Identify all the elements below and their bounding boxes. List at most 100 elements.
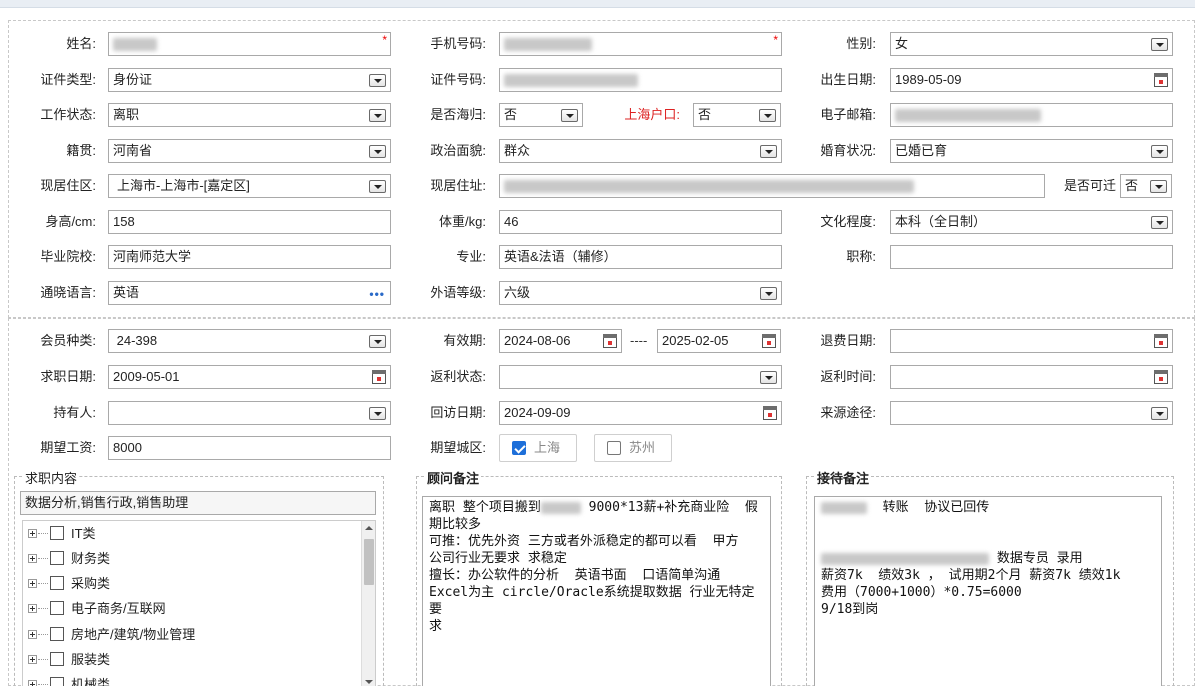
dropdown-arrow-icon[interactable] <box>369 145 386 158</box>
shanghai-hukou-select[interactable]: 否 <box>693 103 781 127</box>
dropdown-arrow-icon[interactable] <box>760 145 777 158</box>
address-input[interactable] <box>499 174 1045 198</box>
education-select[interactable]: 本科（全日制） <box>890 210 1173 234</box>
checkbox-icon[interactable] <box>50 526 64 540</box>
checkbox-icon[interactable] <box>50 627 64 641</box>
major-input[interactable]: 英语&法语（辅修） <box>499 245 782 269</box>
tree-item-finance[interactable]: 财务类 <box>23 549 363 569</box>
residence-area-select[interactable]: 上海市-上海市-[嘉定区] <box>108 174 391 198</box>
dropdown-arrow-icon[interactable] <box>369 109 386 122</box>
member-type-select[interactable]: 24-398 <box>108 329 391 353</box>
tree-item-purchasing[interactable]: 采购类 <box>23 574 363 594</box>
tree-item-it[interactable]: IT类 <box>23 524 363 544</box>
birth-date-input[interactable]: 1989-05-09 <box>890 68 1173 92</box>
dropdown-arrow-icon[interactable] <box>759 109 776 122</box>
dropdown-arrow-icon[interactable] <box>561 109 578 122</box>
calendar-icon[interactable] <box>763 406 777 420</box>
political-status-label: 政治面貌: <box>430 143 486 158</box>
id-type-select[interactable]: 身份证 <box>108 68 391 92</box>
valid-from-value: 2024-08-06 <box>504 333 571 348</box>
checkbox-checked-icon[interactable] <box>512 441 526 455</box>
name-input[interactable]: * <box>108 32 391 56</box>
weight-input[interactable]: 46 <box>499 210 782 234</box>
dropdown-arrow-icon[interactable] <box>760 371 777 384</box>
calendar-icon[interactable] <box>1154 334 1168 348</box>
basic-info-section <box>8 20 1195 318</box>
dropdown-arrow-icon[interactable] <box>1151 38 1168 51</box>
expand-icon[interactable] <box>28 529 37 538</box>
checkbox-icon[interactable] <box>50 551 64 565</box>
relocate-select[interactable]: 否 <box>1120 174 1172 198</box>
scroll-up-arrow-icon[interactable] <box>365 526 373 530</box>
calendar-icon[interactable] <box>372 370 386 384</box>
major-value: 英语&法语（辅修） <box>504 249 617 264</box>
tree-item-real-estate[interactable]: 房地产/建筑/物业管理 <box>23 625 363 645</box>
email-label: 电子邮箱: <box>820 107 876 122</box>
expand-icon[interactable] <box>28 554 37 563</box>
checkbox-unchecked-icon[interactable] <box>607 441 621 455</box>
gender-select[interactable]: 女 <box>890 32 1173 56</box>
dropdown-arrow-icon[interactable] <box>369 335 386 348</box>
dropdown-arrow-icon[interactable] <box>760 287 777 300</box>
checkbox-icon[interactable] <box>50 576 64 590</box>
language-input[interactable]: 英语 ••• <box>108 281 391 305</box>
expand-icon[interactable] <box>28 579 37 588</box>
calendar-icon[interactable] <box>1154 370 1168 384</box>
political-status-select[interactable]: 群众 <box>499 139 782 163</box>
valid-to-value: 2025-02-05 <box>662 333 729 348</box>
expand-icon[interactable] <box>28 680 37 686</box>
calendar-icon[interactable] <box>762 334 776 348</box>
dropdown-arrow-icon[interactable] <box>1150 180 1167 193</box>
tree-item-apparel[interactable]: 服装类 <box>23 650 363 670</box>
member-type-label: 会员种类: <box>40 333 96 348</box>
valid-to-input[interactable]: 2025-02-05 <box>657 329 781 353</box>
visit-date-value: 2024-09-09 <box>504 405 571 420</box>
email-input[interactable] <box>890 103 1173 127</box>
dropdown-arrow-icon[interactable] <box>369 180 386 193</box>
scroll-down-arrow-icon[interactable] <box>365 680 373 684</box>
returnee-select[interactable]: 否 <box>499 103 583 127</box>
checkbox-icon[interactable] <box>50 652 64 666</box>
phone-input[interactable]: * <box>499 32 782 56</box>
language-level-select[interactable]: 六级 <box>499 281 782 305</box>
dropdown-arrow-icon[interactable] <box>1151 407 1168 420</box>
tree-scrollbar[interactable] <box>361 521 375 686</box>
calendar-icon[interactable] <box>603 334 617 348</box>
tree-item-ecommerce[interactable]: 电子商务/互联网 <box>23 599 363 619</box>
checkbox-icon[interactable] <box>50 601 64 615</box>
marital-status-select[interactable]: 已婚已育 <box>890 139 1173 163</box>
refund-date-input[interactable] <box>890 329 1173 353</box>
job-category-tree[interactable]: IT类 财务类 采购类 电子商务/互联网 房地产/建筑/物业管理 服装类 机械类 <box>22 520 376 686</box>
height-input[interactable]: 158 <box>108 210 391 234</box>
expected-salary-input[interactable]: 8000 <box>108 436 391 460</box>
tree-item-label: IT类 <box>71 526 96 541</box>
school-input[interactable]: 河南师范大学 <box>108 245 391 269</box>
expand-icon[interactable] <box>28 604 37 613</box>
dropdown-arrow-icon[interactable] <box>369 74 386 87</box>
reception-notes-textarea[interactable]: 转账 协议已回传 数据专员 录用 薪资7k 绩效3k ， 试用期2个月 薪资7k… <box>814 496 1162 686</box>
job-date-input[interactable]: 2009-05-01 <box>108 365 391 389</box>
expand-icon[interactable] <box>28 630 37 639</box>
rebate-time-input[interactable] <box>890 365 1173 389</box>
dropdown-arrow-icon[interactable] <box>1151 216 1168 229</box>
rebate-status-select[interactable] <box>499 365 782 389</box>
city-option-suzhou[interactable]: 苏州 <box>594 434 672 462</box>
professional-title-input[interactable] <box>890 245 1173 269</box>
consultant-notes-textarea[interactable]: 离职 整个项目搬到 9000*13薪+补充商业险 假 期比较多 可推：优先外资 … <box>422 496 771 686</box>
native-place-select[interactable]: 河南省 <box>108 139 391 163</box>
tree-item-machinery[interactable]: 机械类 <box>23 675 363 686</box>
scroll-thumb[interactable] <box>364 539 374 585</box>
city-option-shanghai[interactable]: 上海 <box>499 434 577 462</box>
id-number-input[interactable] <box>499 68 782 92</box>
dropdown-arrow-icon[interactable] <box>1151 145 1168 158</box>
valid-from-input[interactable]: 2024-08-06 <box>499 329 622 353</box>
checkbox-icon[interactable] <box>50 677 64 686</box>
expand-icon[interactable] <box>28 655 37 664</box>
work-status-select[interactable]: 离职 <box>108 103 391 127</box>
dropdown-arrow-icon[interactable] <box>369 407 386 420</box>
visit-date-input[interactable]: 2024-09-09 <box>499 401 782 425</box>
more-options-icon[interactable]: ••• <box>369 288 385 300</box>
holder-select[interactable] <box>108 401 391 425</box>
calendar-icon[interactable] <box>1154 73 1168 87</box>
source-select[interactable] <box>890 401 1173 425</box>
